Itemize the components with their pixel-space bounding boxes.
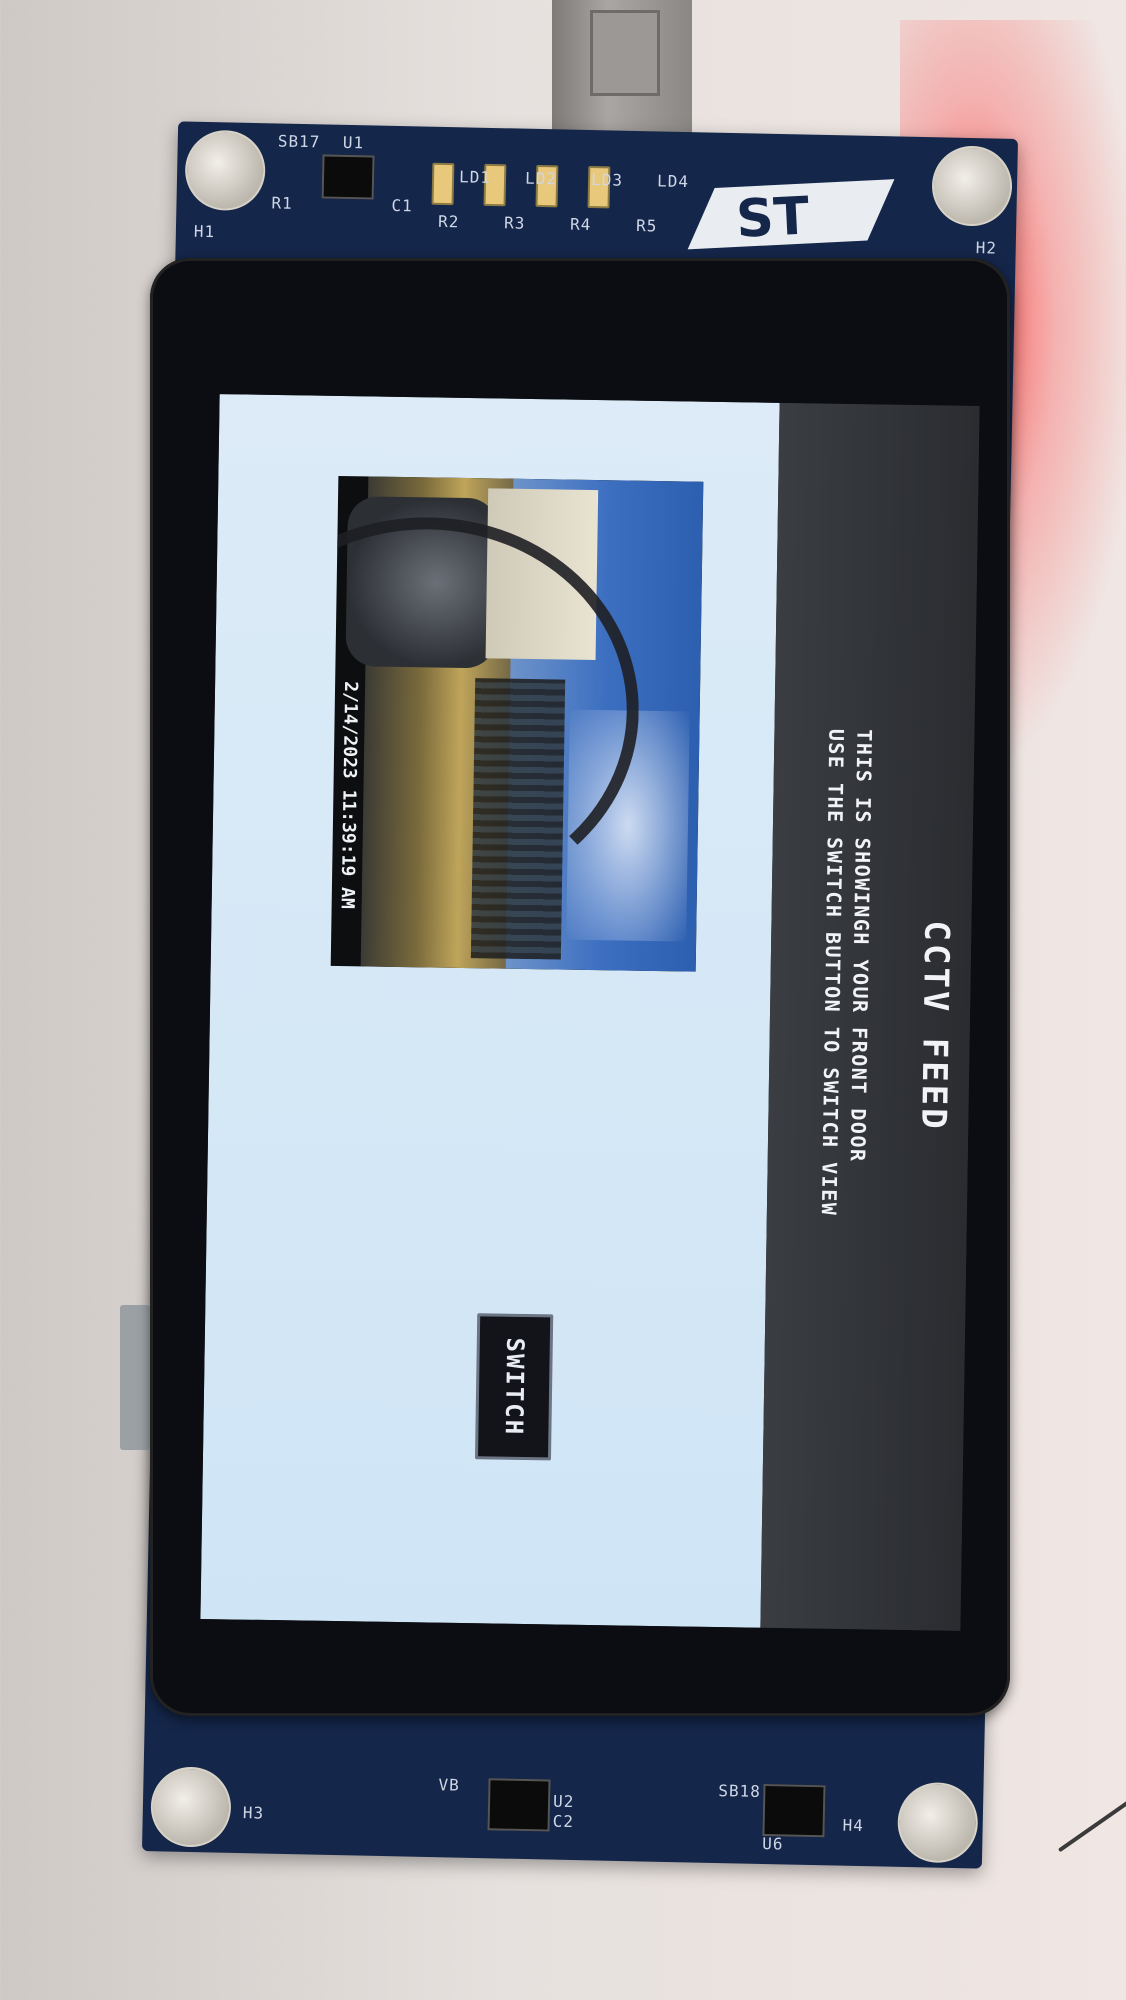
silk-r1: R1 <box>271 193 293 213</box>
side-connector-tab <box>120 1305 150 1450</box>
silk-r5: R5 <box>635 216 658 236</box>
silk-sb17: SB17 <box>277 131 321 152</box>
silk-r2: R2 <box>437 211 460 232</box>
silk-u1: U1 <box>342 132 365 153</box>
silk-r3: R3 <box>503 213 526 233</box>
silk-h2: H2 <box>975 238 998 258</box>
chip-u6 <box>762 1784 826 1838</box>
mount-hole-h1 <box>184 129 267 212</box>
chip-u1 <box>321 154 375 200</box>
switch-button-label: SWITCH <box>499 1337 529 1437</box>
silk-u2: U2 <box>552 1791 575 1812</box>
lcd-display: 2/14/2023 11:39:19 AM SWITCH CCTV FEED T… <box>200 394 980 1631</box>
st-logo-text: ST <box>735 186 811 250</box>
chip-u2 <box>487 1778 551 1832</box>
silk-ld1: LD1 <box>458 167 492 187</box>
silk-h4: H4 <box>842 1815 865 1836</box>
st-logo: ST <box>687 179 895 250</box>
switch-button[interactable]: SWITCH <box>474 1313 554 1461</box>
silk-ld2: LD2 <box>524 168 558 189</box>
usb-plug <box>590 10 660 96</box>
app-main-panel: 2/14/2023 11:39:19 AM SWITCH <box>200 394 780 1628</box>
silk-h3: H3 <box>242 1803 265 1823</box>
silk-c1: C1 <box>391 195 413 216</box>
background-wire <box>1057 1791 1126 1853</box>
page-title: CCTV FEED <box>913 920 957 1132</box>
app-header-panel: CCTV FEED THIS IS SHOWINGH YOUR FRONT DO… <box>760 402 980 1631</box>
camera-feed-image: 2/14/2023 11:39:19 AM <box>330 475 704 972</box>
camera-timestamp: 2/14/2023 11:39:19 AM <box>336 681 362 909</box>
mount-hole-h3 <box>150 1766 232 1848</box>
subtitle-line-1: THIS IS SHOWINGH YOUR FRONT DOOR <box>845 729 877 1163</box>
silk-sb18: SB18 <box>718 1781 762 1801</box>
silk-c2: C2 <box>552 1811 575 1832</box>
silk-u6: U6 <box>762 1834 784 1854</box>
mount-hole-h2 <box>931 145 1013 227</box>
silk-r4: R4 <box>569 214 592 235</box>
usb-cable <box>552 0 692 150</box>
silk-vb: VB <box>438 1775 460 1795</box>
silk-h1: H1 <box>193 221 216 242</box>
led-ld1 <box>431 162 455 206</box>
mount-hole-h4 <box>896 1781 979 1864</box>
subtitle-line-2: USE THE SWITCH BUTTON TO SWITCH VIEW <box>816 728 849 1217</box>
silk-ld3: LD3 <box>590 170 624 190</box>
